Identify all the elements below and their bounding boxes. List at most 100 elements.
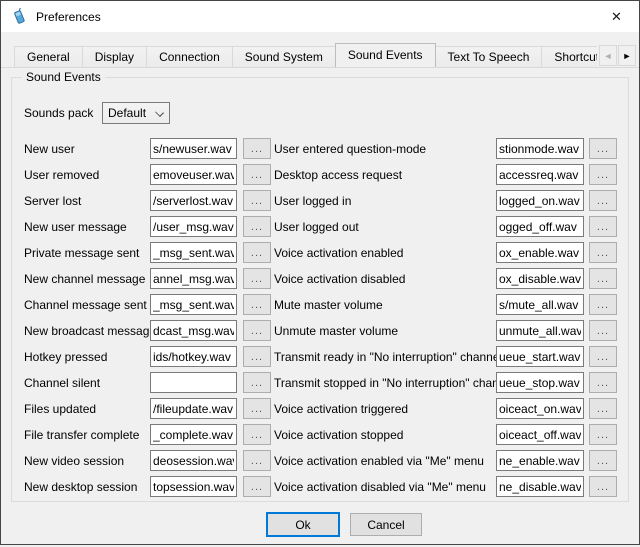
sound-file-input[interactable] xyxy=(150,164,237,185)
sound-file-input[interactable] xyxy=(496,476,584,497)
browse-button[interactable]: ... xyxy=(589,372,617,393)
sound-event-label: Transmit ready in "No interruption" chan… xyxy=(274,350,496,364)
sound-event-row: User logged out ... xyxy=(274,216,617,237)
sound-event-label: Private message sent xyxy=(24,246,150,260)
sound-file-input[interactable] xyxy=(150,346,237,367)
tab-bar: GeneralDisplayConnectionSound SystemSoun… xyxy=(1,43,597,67)
browse-button[interactable]: ... xyxy=(243,450,271,471)
sound-file-input[interactable] xyxy=(150,216,237,237)
sound-event-row: New desktop session ... xyxy=(24,476,271,497)
sound-event-label: New video session xyxy=(24,454,150,468)
browse-button[interactable]: ... xyxy=(589,424,617,445)
cancel-button[interactable]: Cancel xyxy=(350,513,422,536)
sound-event-label: Voice activation enabled via "Me" menu xyxy=(274,454,496,468)
sound-file-input[interactable] xyxy=(150,450,237,471)
sound-file-input[interactable] xyxy=(150,398,237,419)
sound-file-input[interactable] xyxy=(150,190,237,211)
left-arrow-icon: ◄ xyxy=(604,51,613,61)
browse-button[interactable]: ... xyxy=(589,476,617,497)
browse-button[interactable]: ... xyxy=(589,242,617,263)
sound-file-input[interactable] xyxy=(496,268,584,289)
browse-button[interactable]: ... xyxy=(589,320,617,341)
browse-button[interactable]: ... xyxy=(243,346,271,367)
sound-file-input[interactable] xyxy=(150,138,237,159)
sound-file-input[interactable] xyxy=(496,398,584,419)
sound-event-label: Hotkey pressed xyxy=(24,350,150,364)
tab-text-to-speech[interactable]: Text To Speech xyxy=(435,46,543,67)
browse-button[interactable]: ... xyxy=(243,398,271,419)
browse-button[interactable]: ... xyxy=(589,398,617,419)
tab-sound-events[interactable]: Sound Events xyxy=(335,43,436,67)
browse-button[interactable]: ... xyxy=(243,242,271,263)
sound-file-input[interactable] xyxy=(150,476,237,497)
sound-file-input[interactable] xyxy=(150,320,237,341)
sound-file-input[interactable] xyxy=(150,424,237,445)
close-button[interactable]: ✕ xyxy=(594,1,639,32)
sounds-pack-label: Sounds pack xyxy=(24,106,102,120)
right-arrow-icon: ► xyxy=(623,51,632,61)
sound-events-groupbox: Sound Events Sounds pack Default New use… xyxy=(11,77,629,502)
sound-event-row: Channel message sent ... xyxy=(24,294,271,315)
browse-button[interactable]: ... xyxy=(243,216,271,237)
tab-general[interactable]: General xyxy=(14,46,83,67)
sound-file-input[interactable] xyxy=(496,450,584,471)
browse-button[interactable]: ... xyxy=(243,476,271,497)
browse-button[interactable]: ... xyxy=(243,320,271,341)
sound-event-label: User removed xyxy=(24,168,150,182)
sounds-pack-select[interactable]: Default xyxy=(102,102,170,124)
sound-event-row: Hotkey pressed ... xyxy=(24,346,271,367)
browse-button[interactable]: ... xyxy=(243,138,271,159)
sound-event-row: User logged in ... xyxy=(274,190,617,211)
sound-file-input[interactable] xyxy=(496,242,584,263)
sound-event-row: Files updated ... xyxy=(24,398,271,419)
browse-button[interactable]: ... xyxy=(243,164,271,185)
sound-file-input[interactable] xyxy=(496,372,584,393)
browse-button[interactable]: ... xyxy=(589,450,617,471)
sound-event-row: New channel message ... xyxy=(24,268,271,289)
browse-button[interactable]: ... xyxy=(589,216,617,237)
sound-event-label: Transmit stopped in "No interruption" ch… xyxy=(274,376,496,390)
tab-scroll-left-button[interactable]: ◄ xyxy=(599,45,617,66)
sound-file-input[interactable] xyxy=(496,294,584,315)
sound-event-row: Channel silent ... xyxy=(24,372,271,393)
sound-file-input[interactable] xyxy=(496,216,584,237)
sound-event-row: Voice activation enabled ... xyxy=(274,242,617,263)
browse-button[interactable]: ... xyxy=(589,138,617,159)
sound-file-input[interactable] xyxy=(496,320,584,341)
browse-button[interactable]: ... xyxy=(589,346,617,367)
sound-event-label: Voice activation disabled xyxy=(274,272,496,286)
browse-button[interactable]: ... xyxy=(243,190,271,211)
sound-file-input[interactable] xyxy=(150,294,237,315)
sound-file-input[interactable] xyxy=(496,190,584,211)
tab-sound-system[interactable]: Sound System xyxy=(232,46,336,67)
footer: Ok Cancel xyxy=(1,502,639,547)
sound-file-input[interactable] xyxy=(496,424,584,445)
sound-event-label: User entered question-mode xyxy=(274,142,496,156)
sound-event-label: Channel silent xyxy=(24,376,150,390)
ok-button[interactable]: Ok xyxy=(266,512,340,537)
sound-event-label: User logged in xyxy=(274,194,496,208)
sound-file-input[interactable] xyxy=(150,268,237,289)
sound-event-label: Voice activation enabled xyxy=(274,246,496,260)
browse-button[interactable]: ... xyxy=(243,424,271,445)
sound-event-label: New user message xyxy=(24,220,150,234)
browse-button[interactable]: ... xyxy=(589,164,617,185)
sound-file-input[interactable] xyxy=(496,164,584,185)
sound-event-row: New user message ... xyxy=(24,216,271,237)
tab-connection[interactable]: Connection xyxy=(146,46,233,67)
browse-button[interactable]: ... xyxy=(243,372,271,393)
sound-file-input[interactable] xyxy=(496,346,584,367)
tab-shortcuts[interactable]: Shortcuts xyxy=(541,46,597,67)
browse-button[interactable]: ... xyxy=(243,294,271,315)
sound-file-input[interactable] xyxy=(150,372,237,393)
browse-button[interactable]: ... xyxy=(589,268,617,289)
browse-button[interactable]: ... xyxy=(589,190,617,211)
sound-file-input[interactable] xyxy=(496,138,584,159)
sound-file-input[interactable] xyxy=(150,242,237,263)
tab-scroll-right-button[interactable]: ► xyxy=(618,45,636,66)
tab-display[interactable]: Display xyxy=(82,46,147,67)
sound-event-row: Voice activation stopped ... xyxy=(274,424,617,445)
browse-button[interactable]: ... xyxy=(243,268,271,289)
browse-button[interactable]: ... xyxy=(589,294,617,315)
sound-event-label: Server lost xyxy=(24,194,150,208)
